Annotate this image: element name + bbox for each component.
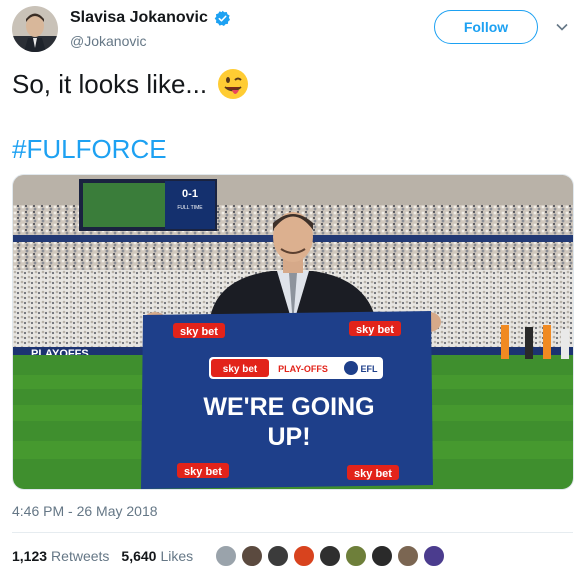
retweets-label[interactable]: Retweets <box>51 548 109 564</box>
engagement-stats: 1,123 Retweets 5,640 Likes <box>12 548 201 564</box>
flag-brand-bottom-right: sky bet <box>354 468 392 480</box>
tweet-text: So, it looks like... <box>12 68 208 99</box>
flag-headline-line2: UP! <box>267 423 310 451</box>
were-going-up-flag: sky bet sky bet sky bet PLAY-OFFS EFL WE… <box>141 311 433 489</box>
flag-banner-playoffs: PLAY-OFFS <box>278 364 328 374</box>
likes-count[interactable]: 5,640 <box>121 548 156 564</box>
flag-headline-line1: WE'RE GOING <box>203 393 374 421</box>
chevron-down-icon[interactable] <box>555 20 569 34</box>
avatar[interactable] <box>12 6 58 52</box>
liker-avatar[interactable] <box>370 544 394 568</box>
retweets-count[interactable]: 1,123 <box>12 548 47 564</box>
flag-banner-brand: sky bet <box>223 364 258 375</box>
verified-badge-icon <box>214 10 231 27</box>
scoreboard: 0-1 FULL TIME <box>79 179 217 231</box>
scoreboard-status: FULL TIME <box>177 205 203 211</box>
liker-avatar[interactable] <box>344 544 368 568</box>
display-name[interactable]: Slavisa Jokanovic <box>70 9 208 27</box>
scoreboard-score: 0-1 <box>182 188 198 200</box>
liker-avatar[interactable] <box>318 544 342 568</box>
hashtag-link[interactable]: #FULFORCE <box>12 134 167 165</box>
follow-button[interactable]: Follow <box>434 10 538 44</box>
divider <box>12 532 573 533</box>
tweet-timestamp[interactable]: 4:46 PM - 26 May 2018 <box>12 503 158 519</box>
flag-banner-efl: EFL <box>361 364 379 374</box>
author-name-row: Slavisa Jokanovic <box>70 9 231 27</box>
profile-photo-icon <box>12 6 58 52</box>
likes-label[interactable]: Likes <box>160 548 193 564</box>
liker-avatar[interactable] <box>266 544 290 568</box>
tweet-photo[interactable]: PLAYOFFS 0-1 FULL TIME sky bet sky bet s… <box>12 174 574 490</box>
stadium-photo: PLAYOFFS 0-1 FULL TIME sky bet sky bet s… <box>13 175 573 489</box>
winking-tongue-emoji-icon <box>217 68 249 100</box>
liker-avatars <box>214 544 448 568</box>
liker-avatar[interactable] <box>396 544 420 568</box>
flag-brand-top-right: sky bet <box>356 324 394 336</box>
author-handle[interactable]: @Jokanovic <box>70 33 146 49</box>
flag-brand-top-left: sky bet <box>180 326 218 338</box>
liker-avatar[interactable] <box>292 544 316 568</box>
liker-avatar[interactable] <box>214 544 238 568</box>
flag-brand-bottom-left: sky bet <box>184 466 222 478</box>
liker-avatar[interactable] <box>422 544 446 568</box>
liker-avatar[interactable] <box>240 544 264 568</box>
tweet-text-row: So, it looks like... <box>12 68 249 100</box>
